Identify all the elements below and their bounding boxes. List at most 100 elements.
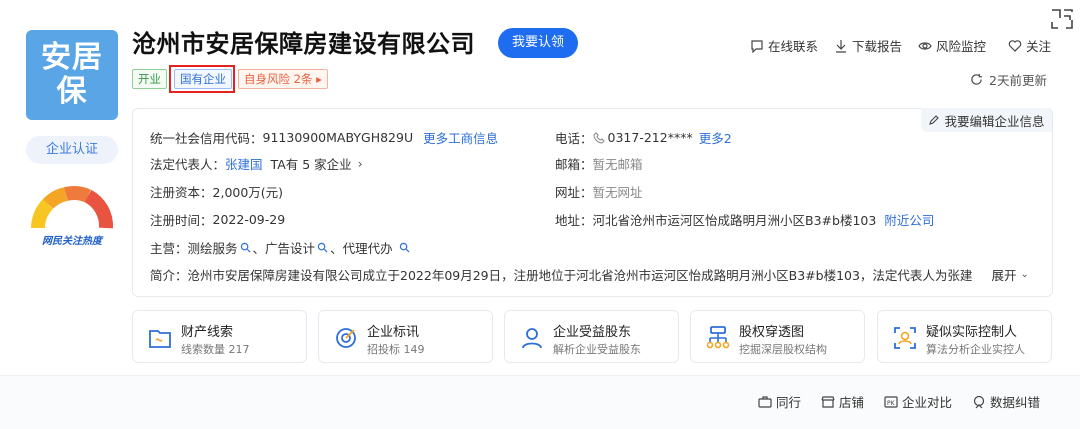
card-beneficial-shareholders[interactable]: 企业受益股东 解析企业受益股东 bbox=[504, 310, 679, 363]
rep-companies-link[interactable]: TA有 5 家企业 bbox=[271, 154, 352, 173]
shareholder-icon bbox=[522, 328, 542, 349]
credit-code-label: 统一社会信用代码： bbox=[150, 131, 263, 146]
business-item-agency[interactable]: 代理代办 bbox=[343, 238, 393, 257]
heat-gauge-icon bbox=[31, 186, 114, 232]
capital-label: 注册资本： bbox=[150, 185, 213, 200]
intro-row: 简介： 沧州市安居保障房建设有限公司成立于2022年09月29日，注册地位于河北… bbox=[150, 265, 1038, 284]
briefcase-icon bbox=[758, 395, 772, 408]
compare-button[interactable]: PK 企业对比 bbox=[884, 392, 952, 411]
expand-link[interactable]: 展开 bbox=[992, 265, 1017, 284]
svg-text:PK: PK bbox=[887, 400, 896, 407]
follow-button[interactable]: 关注 bbox=[1008, 36, 1051, 55]
download-icon bbox=[836, 39, 847, 53]
phone-label: 电话： bbox=[555, 131, 593, 146]
chevron-right-icon[interactable]: › bbox=[358, 156, 363, 171]
capital-value: 2,000万(元) bbox=[212, 185, 284, 200]
header-actions: 在线联系 下载报告 风险监控 关注 bbox=[750, 36, 1051, 55]
more-phone-link[interactable]: 更多2 bbox=[699, 128, 732, 147]
website-row: 网址： 暂无网址 bbox=[555, 182, 643, 201]
business-row: 主营： 测绘服务 、 广告设计 、 代理代办 bbox=[150, 238, 410, 257]
address-row: 地址： 河北省沧州市运河区怡成路明月洲小区B3#b楼103 附近公司 bbox=[555, 210, 934, 229]
online-contact-button[interactable]: 在线联系 bbox=[750, 36, 818, 55]
pk-icon: PK bbox=[884, 395, 898, 408]
status-tag: 开业 bbox=[132, 69, 167, 89]
logo-text-line1: 安居 bbox=[41, 40, 103, 75]
footer-actions: 同行 店铺 PK 企业对比 数据纠错 bbox=[758, 392, 1040, 411]
equity-icon bbox=[706, 326, 730, 349]
peers-button[interactable]: 同行 bbox=[758, 392, 801, 411]
edit-info-label: 我要编辑企业信息 bbox=[944, 113, 1045, 129]
intro-label: 简介： bbox=[150, 268, 188, 283]
email-label: 邮箱： bbox=[555, 157, 593, 172]
reg-time-value: 2022-09-29 bbox=[212, 212, 286, 227]
card-title: 财产线索 bbox=[181, 325, 234, 340]
compare-label: 企业对比 bbox=[902, 395, 953, 410]
property-icon bbox=[149, 330, 171, 348]
capital-row: 注册资本： 2,000万(元) bbox=[150, 182, 283, 201]
website-label: 网址： bbox=[555, 185, 593, 200]
data-correction-button[interactable]: 数据纠错 bbox=[972, 392, 1040, 411]
legal-rep-name[interactable]: 张建国 bbox=[225, 154, 263, 173]
reg-time-label: 注册时间： bbox=[150, 213, 213, 228]
card-property-clues[interactable]: 财产线索 线索数量 217 bbox=[132, 310, 307, 363]
online-contact-label: 在线联系 bbox=[768, 39, 819, 54]
correction-icon bbox=[973, 395, 985, 408]
business-item-survey[interactable]: 测绘服务 bbox=[188, 238, 238, 257]
controller-icon bbox=[894, 327, 916, 349]
card-actual-controller[interactable]: 疑似实际控制人 算法分析企业实控人 bbox=[877, 310, 1052, 363]
data-correction-label: 数据纠错 bbox=[990, 395, 1041, 410]
card-equity-penetration[interactable]: 股权穿透图 挖掘深层股权结构 bbox=[690, 310, 865, 363]
search-icon[interactable] bbox=[240, 242, 251, 253]
store-label: 店铺 bbox=[839, 395, 865, 410]
card-subtitle: 算法分析企业实控人 bbox=[926, 343, 1025, 356]
claim-button[interactable]: 我要认领 bbox=[498, 28, 578, 58]
edit-info-button[interactable]: 我要编辑企业信息 bbox=[921, 108, 1052, 132]
company-logo: 安居 保 bbox=[26, 30, 118, 120]
email-value: 暂无邮箱 bbox=[592, 157, 643, 172]
reg-time-row: 注册时间： 2022-09-29 bbox=[150, 210, 285, 229]
card-title: 疑似实际控制人 bbox=[926, 325, 1018, 340]
credit-code-value[interactable]: 91130900MABYGH829U bbox=[263, 130, 414, 145]
heat-label: 网民关注热度 bbox=[42, 236, 102, 247]
address-value[interactable]: 河北省沧州市运河区怡成路明月洲小区B3#b楼103 bbox=[593, 210, 877, 229]
address-label: 地址： bbox=[555, 213, 593, 228]
business-item-ad-design[interactable]: 广告设计 bbox=[265, 238, 315, 257]
nearby-companies-link[interactable]: 附近公司 bbox=[884, 210, 934, 229]
phone-value[interactable]: 0317-212**** bbox=[608, 130, 693, 145]
follow-label: 关注 bbox=[1026, 39, 1052, 54]
risk-tag[interactable]: 自身风险 2条 ▸ bbox=[238, 69, 328, 89]
business-label: 主营： bbox=[150, 241, 188, 256]
eye-icon bbox=[918, 41, 932, 50]
card-title: 股权穿透图 bbox=[739, 325, 805, 340]
website-value: 暂无网址 bbox=[592, 185, 643, 200]
update-info: 2天前更新 bbox=[970, 70, 1047, 89]
more-business-link[interactable]: 更多工商信息 bbox=[423, 128, 498, 147]
risk-monitor-label: 风险监控 bbox=[936, 39, 987, 54]
card-bid-news[interactable]: 企业标讯 招投标 149 bbox=[318, 310, 493, 363]
logo-text-line2: 保 bbox=[56, 74, 88, 109]
chevron-down-icon[interactable]: ⌄ bbox=[1021, 269, 1029, 280]
phone-icon bbox=[593, 131, 605, 144]
legal-rep-row: 法定代表人： 张建国 TA有 5 家企业 › bbox=[150, 154, 363, 173]
store-button[interactable]: 店铺 bbox=[821, 392, 864, 411]
chat-icon bbox=[751, 39, 763, 53]
card-subtitle: 线索数量 217 bbox=[181, 343, 250, 356]
card-title: 企业受益股东 bbox=[553, 325, 632, 340]
legal-rep-label: 法定代表人： bbox=[150, 157, 226, 172]
download-report-button[interactable]: 下载报告 bbox=[834, 36, 902, 55]
company-name: 沧州市安居保障房建设有限公司 bbox=[132, 30, 475, 58]
risk-monitor-button[interactable]: 风险监控 bbox=[918, 36, 986, 55]
certification-button[interactable]: 企业认证 bbox=[26, 136, 118, 164]
peers-label: 同行 bbox=[776, 395, 802, 410]
refresh-icon[interactable] bbox=[970, 73, 983, 86]
search-icon[interactable] bbox=[317, 242, 328, 253]
highlight-box bbox=[169, 65, 235, 93]
store-icon bbox=[821, 395, 835, 408]
card-subtitle: 招投标 149 bbox=[367, 343, 425, 356]
qr-code-icon[interactable] bbox=[1050, 8, 1074, 30]
card-title: 企业标讯 bbox=[367, 325, 420, 340]
search-icon[interactable] bbox=[399, 242, 410, 253]
heart-icon bbox=[1008, 39, 1022, 52]
card-subtitle: 挖掘深层股权结构 bbox=[739, 343, 827, 356]
card-subtitle: 解析企业受益股东 bbox=[553, 343, 641, 356]
